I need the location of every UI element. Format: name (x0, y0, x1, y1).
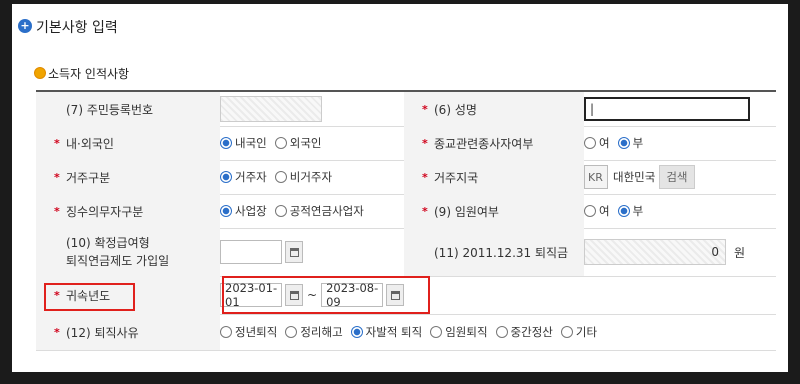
required-icon: * (422, 170, 428, 184)
resident-number-field (220, 96, 322, 122)
bullet-icon (34, 67, 46, 79)
row-label: * 거주지국 (404, 160, 584, 194)
radio-executive-retire[interactable] (430, 326, 443, 338)
table-row: * (12) 퇴직사유 정년퇴직 정리해고 자발적 퇴직 임원퇴직 중간정산 기타 (36, 314, 776, 351)
radio-label: 내국인 (235, 136, 267, 150)
radio-label: 거주자 (235, 170, 267, 184)
value-cell: KR 대한민국 검색 (584, 160, 776, 194)
search-button[interactable]: 검색 (659, 165, 695, 189)
radio-voluntary[interactable] (350, 326, 363, 338)
name-input[interactable]: | (584, 97, 750, 121)
label-text-block: (10) 확정급여형퇴직연금제도 가입일 (66, 234, 169, 270)
radio-interim-settlement[interactable] (495, 326, 508, 338)
radio-retirement-age[interactable] (220, 326, 232, 338)
table-row: (10) 확정급여형퇴직연금제도 가입일 (11) 2011.12.31 퇴직금… (36, 228, 776, 277)
radio-religious-yes[interactable] (584, 137, 596, 149)
row-label: (11) 2011.12.31 퇴직금 (404, 228, 584, 276)
table-row: * 거주구분 거주자 비거주자 * 거주지국 KR 대한민국 검색 (36, 160, 776, 195)
label-text: 거주지국 (434, 170, 479, 185)
radio-label: 여 (599, 136, 610, 150)
retirement-pay-field: 0 (584, 239, 726, 265)
value-cell: 정년퇴직 정리해고 자발적 퇴직 임원퇴직 중간정산 기타 (220, 314, 760, 350)
country-name: 대한민국 (613, 170, 656, 184)
radio-workplace[interactable] (220, 205, 232, 217)
value-cell: 사업장 공적연금사업자 (220, 194, 404, 228)
radio-label: 임원퇴직 (445, 325, 488, 339)
radio-label: 부 (632, 136, 644, 150)
label-text: 거주구분 (66, 170, 111, 185)
radio-label: 기타 (575, 325, 598, 339)
radio-label: 외국인 (289, 136, 322, 150)
radio-label: 여 (599, 204, 610, 218)
value-cell: 0 원 (584, 228, 776, 276)
radio-religious-no[interactable] (617, 137, 630, 149)
row-label: * (12) 퇴직사유 (36, 314, 220, 350)
value-cell: 여 부 (584, 126, 776, 160)
country-code-field: KR (584, 165, 608, 189)
radio-public-pension[interactable] (274, 205, 287, 217)
label-text: 종교관련종사자여부 (434, 136, 534, 151)
label-text: (10) 확정급여형 (66, 236, 150, 250)
subsection-title: 소득자 인적사항 (48, 67, 130, 81)
required-icon: * (54, 325, 60, 339)
label-text: 내·외국인 (66, 136, 114, 151)
radio-executive-no[interactable] (617, 205, 630, 217)
plus-circle-icon: + (18, 19, 32, 33)
table-row: * 내·외국인 내국인 외국인 * 종교관련종사자여부 여 부 (36, 126, 776, 161)
value-cell: 여 부 (584, 194, 776, 228)
row-label: (7) 주민등록번호 (36, 92, 220, 126)
radio-resident[interactable] (220, 171, 232, 183)
value-cell (220, 228, 404, 276)
value-cell (220, 92, 404, 126)
required-icon: * (422, 204, 428, 218)
radio-label: 비거주자 (289, 170, 333, 184)
radio-label: 공적연금사업자 (289, 204, 364, 218)
label-text: (11) 2011.12.31 퇴직금 (434, 245, 569, 260)
required-icon: * (422, 102, 428, 116)
value-cell: | (584, 92, 776, 126)
table-row: (7) 주민등록번호 * (6) 성명 | (36, 92, 776, 127)
row-label: * 징수의무자구분 (36, 194, 220, 228)
value-cell: 내국인 외국인 (220, 126, 404, 160)
radio-label: 자발적 퇴직 (365, 325, 423, 339)
label-text: (6) 성명 (434, 102, 477, 117)
table-row: * 징수의무자구분 사업장 공적연금사업자 * (9) 임원여부 여 부 (36, 194, 776, 229)
radio-domestic[interactable] (220, 137, 232, 149)
required-icon: * (54, 136, 60, 150)
row-label: * 내·외국인 (36, 126, 220, 160)
label-text: (7) 주민등록번호 (66, 102, 154, 117)
currency-unit: 원 (734, 245, 746, 260)
row-label: * 종교관련종사자여부 (404, 126, 584, 160)
radio-label: 정리해고 (300, 325, 343, 339)
label-text: 징수의무자구분 (66, 204, 144, 219)
radio-other[interactable] (560, 326, 573, 338)
section-title: 기본사항 입력 (36, 20, 118, 36)
radio-executive-yes[interactable] (584, 205, 596, 217)
radio-label: 부 (632, 204, 644, 218)
radio-nonresident[interactable] (274, 171, 287, 183)
label-text: 퇴직연금제도 가입일 (66, 254, 170, 268)
required-icon: * (54, 170, 60, 184)
calendar-icon[interactable] (285, 241, 303, 263)
pension-join-date-input[interactable] (220, 240, 282, 264)
personal-info-table: (7) 주민등록번호 * (6) 성명 | * 내·외국인 내국인 외국인 * 종교관… (36, 90, 776, 351)
row-label: * 거주구분 (36, 160, 220, 194)
highlight-box-period (222, 276, 430, 314)
radio-label: 정년퇴직 (235, 325, 278, 339)
row-label: * (6) 성명 (404, 92, 584, 126)
required-icon: * (422, 136, 428, 150)
row-label: (10) 확정급여형퇴직연금제도 가입일 (36, 228, 220, 276)
value-cell: 거주자 비거주자 (220, 160, 404, 194)
radio-foreign[interactable] (274, 137, 287, 149)
amount-value: 0 (711, 245, 719, 259)
radio-label: 중간정산 (510, 325, 553, 339)
label-text: (12) 퇴직사유 (66, 325, 139, 340)
highlight-box-label (44, 283, 135, 311)
row-label: * (9) 임원여부 (404, 194, 584, 228)
required-icon: * (54, 204, 60, 218)
label-text: (9) 임원여부 (434, 204, 499, 219)
radio-layoff[interactable] (285, 326, 298, 338)
radio-label: 사업장 (235, 204, 267, 218)
